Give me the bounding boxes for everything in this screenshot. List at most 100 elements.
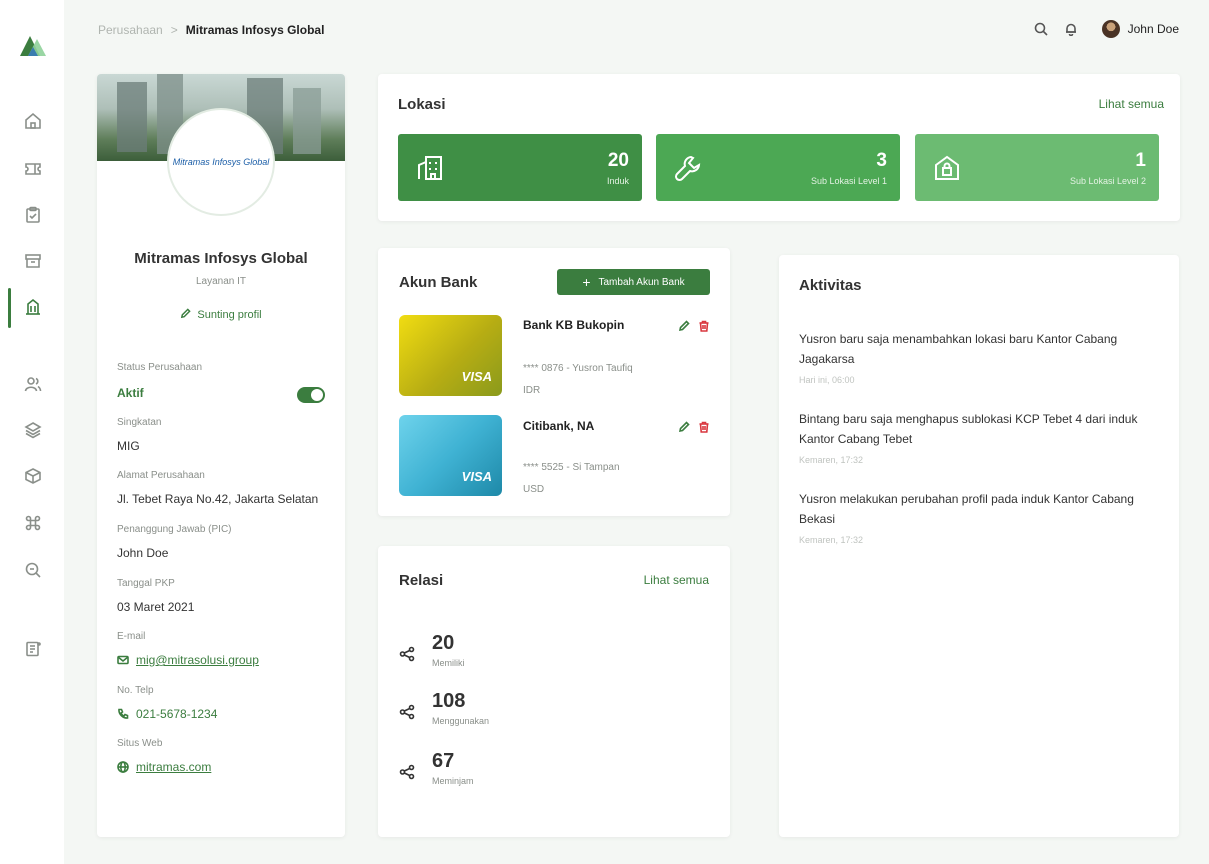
ticket-icon[interactable]: [24, 160, 42, 178]
bank-title: Akun Bank: [399, 274, 478, 291]
archive-icon[interactable]: [24, 252, 42, 270]
address-label: Alamat Perusahaan: [117, 470, 205, 481]
activity-card: Aktivitas Yusron baru saja menambahkan l…: [779, 255, 1179, 837]
bank-card-visual[interactable]: VISA: [399, 415, 502, 496]
phone-value: 021-5678-1234: [136, 707, 218, 721]
location-box-level2[interactable]: 1 Sub Lokasi Level 2: [915, 134, 1159, 201]
location-induk-label: Induk: [606, 176, 629, 186]
status-toggle[interactable]: [297, 387, 325, 403]
relation-title: Relasi: [399, 572, 444, 589]
trash-icon[interactable]: [698, 421, 710, 433]
relation-label: Menggunakan: [432, 716, 490, 726]
pkp-date-label: Tanggal PKP: [117, 578, 175, 589]
edit-icon[interactable]: [678, 320, 690, 332]
location-induk-count: 20: [607, 150, 629, 171]
relation-count: 20: [432, 632, 455, 654]
activity-item-time: Hari ini, 06:00: [799, 375, 855, 385]
wrench-icon: [674, 155, 701, 182]
bank-account-currency: IDR: [523, 385, 541, 396]
activity-item-text: Yusron melakukan perubahan profil pada i…: [799, 492, 1134, 526]
share-icon: [399, 646, 415, 662]
website-link[interactable]: mitramas.com: [117, 760, 211, 774]
bank-account-name: Citibank, NA: [523, 419, 595, 433]
activity-item-time: Kemaren, 17:32: [799, 535, 864, 545]
activity-item-text: Bintang baru saja menghapus sublokasi KC…: [799, 412, 1138, 446]
phone-link[interactable]: 021-5678-1234: [117, 707, 217, 721]
search-icon[interactable]: [1034, 22, 1048, 36]
box-icon[interactable]: [24, 467, 42, 485]
company-logo-text: Mitramas Infosys Global: [172, 157, 270, 167]
status-value: Aktif: [117, 386, 144, 400]
short-name-label: Singkatan: [117, 417, 162, 428]
home-lock-icon: [935, 155, 959, 180]
website-label: Situs Web: [117, 738, 163, 749]
location-box-level1[interactable]: 3 Sub Lokasi Level 1: [656, 134, 900, 201]
bank-card-visual[interactable]: VISA: [399, 315, 502, 396]
company-name: Mitramas Infosys Global: [134, 250, 308, 267]
location-see-all-link[interactable]: Lihat semua: [1099, 97, 1164, 111]
visa-brand: VISA: [461, 469, 492, 484]
share-icon: [399, 704, 415, 720]
bell-icon[interactable]: [1064, 22, 1078, 36]
edit-profile-link[interactable]: Sunting profil: [97, 308, 345, 321]
relation-card: Relasi Lihat semua 20 Memiliki 108 Mengg…: [378, 546, 730, 837]
avatar: [1101, 20, 1120, 38]
building-icon[interactable]: [24, 298, 42, 316]
plus-icon: +: [582, 274, 591, 290]
edit-icon[interactable]: [678, 421, 690, 433]
relation-label: Memiliki: [432, 658, 465, 668]
clipboard-icon[interactable]: [24, 206, 42, 224]
company-subtitle: Layanan IT: [195, 276, 247, 287]
trash-icon[interactable]: [698, 320, 710, 332]
email-value: mig@mitrasolusi.group: [136, 653, 259, 667]
activity-title: Aktivitas: [799, 277, 862, 294]
pic-label: Penanggung Jawab (PIC): [117, 524, 232, 535]
relation-see-all-link[interactable]: Lihat semua: [644, 573, 709, 587]
phone-icon: [118, 708, 129, 719]
relation-count: 67: [432, 750, 455, 772]
bank-account-currency: USD: [523, 484, 545, 495]
location-level2-label: Sub Lokasi Level 2: [1069, 176, 1146, 186]
location-box-induk[interactable]: 20 Induk: [398, 134, 642, 201]
users-icon[interactable]: [24, 375, 42, 393]
pencil-icon: [181, 308, 192, 319]
user-menu[interactable]: John Doe: [1101, 20, 1179, 38]
app-logo-icon[interactable]: [18, 30, 48, 60]
activity-item-text: Yusron baru saja menambahkan lokasi baru…: [799, 332, 1118, 366]
phone-label: No. Telp: [117, 685, 154, 696]
command-icon[interactable]: [24, 514, 42, 532]
edit-profile-label: Sunting profil: [197, 309, 262, 321]
sidebar: [0, 0, 64, 864]
email-link[interactable]: mig@mitrasolusi.group: [117, 653, 259, 667]
breadcrumb: Perusahaan > Mitramas Infosys Global: [98, 23, 324, 37]
layers-icon[interactable]: [24, 421, 42, 439]
add-bank-account-label: Tambah Akun Bank: [598, 276, 685, 288]
search-zoom-icon[interactable]: [24, 561, 42, 579]
company-logo: Mitramas Infosys Global: [167, 108, 275, 216]
relation-count: 108: [432, 690, 466, 712]
website-value: mitramas.com: [136, 760, 212, 774]
home-icon[interactable]: [24, 112, 42, 130]
visa-brand: VISA: [461, 369, 492, 384]
topbar: Perusahaan > Mitramas Infosys Global John …: [64, 0, 1209, 60]
bank-account-number: **** 5525 - Si Tampan: [523, 462, 620, 473]
report-icon[interactable]: [24, 640, 42, 658]
location-level2-count: 1: [1135, 150, 1146, 171]
pkp-date-value: 03 Maret 2021: [117, 600, 195, 614]
activity-item-time: Kemaren, 17:32: [799, 455, 864, 465]
bank-account-number: **** 0876 - Yusron Taufiq: [523, 363, 633, 374]
globe-icon: [117, 761, 129, 773]
email-label: E-mail: [117, 631, 146, 642]
mail-icon: [117, 655, 129, 665]
add-bank-account-button[interactable]: + Tambah Akun Bank: [557, 269, 710, 295]
user-name: John Doe: [1127, 22, 1179, 36]
breadcrumb-parent[interactable]: Perusahaan: [98, 23, 163, 37]
location-level1-label: Sub Lokasi Level 1: [810, 176, 887, 186]
bank-account-card: Akun Bank + Tambah Akun Bank VISA Bank KB…: [378, 248, 730, 516]
sidebar-active-indicator: [8, 288, 11, 328]
location-title: Lokasi: [398, 96, 446, 113]
location-level1-count: 3: [876, 150, 887, 171]
relation-label: Meminjam: [432, 776, 474, 786]
location-card: Lokasi Lihat semua 20 Induk 3 Sub Lokasi…: [378, 74, 1180, 221]
header-actions: John Doe: [1034, 20, 1179, 38]
